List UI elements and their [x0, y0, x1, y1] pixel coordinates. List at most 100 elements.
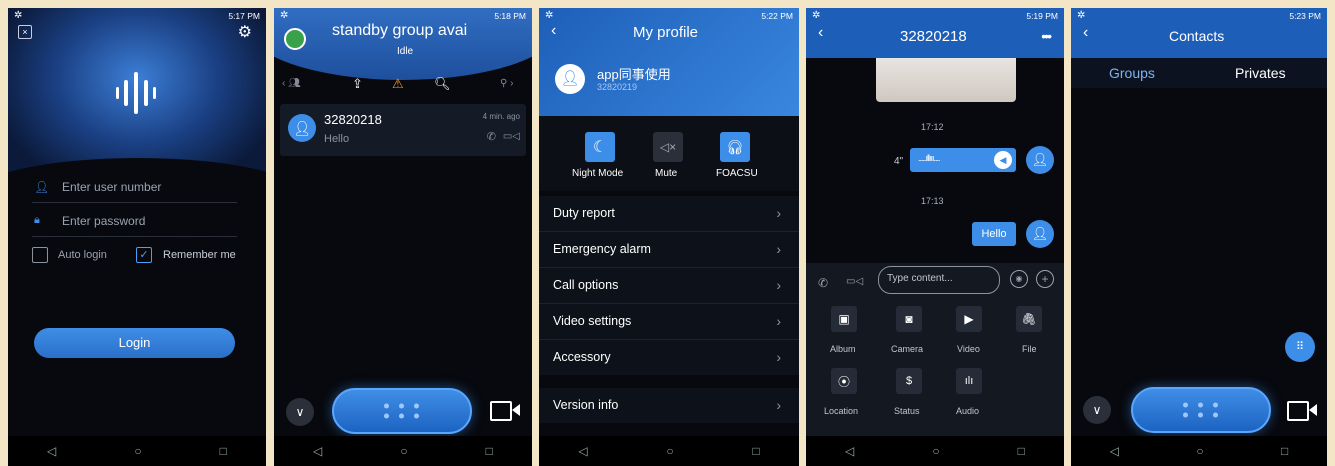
settings-status-icon: ✲ [14, 10, 23, 21]
chat-title: 32820218 [900, 28, 967, 45]
user-name: app同事使用 [597, 67, 671, 82]
menu-item-call-options[interactable]: Call options › [539, 268, 799, 303]
close-icon[interactable]: × [18, 25, 32, 39]
avatar[interactable]: 👤︎ [555, 64, 585, 94]
remember-me-checkbox[interactable]: ✓ [136, 247, 152, 263]
back-nav-icon[interactable]: ◁ [845, 444, 854, 458]
file-button[interactable]: 🖇︎ [1016, 306, 1042, 332]
group-status: Idle [397, 46, 414, 57]
message-input[interactable]: Type content... [878, 266, 1000, 294]
password-input[interactable]: Enter password [62, 214, 145, 228]
call-icon[interactable]: ✆ [818, 276, 828, 290]
call-icon[interactable]: ✆ [487, 130, 496, 143]
tab-privates[interactable]: Privates [1235, 65, 1286, 81]
upload-icon[interactable]: ⇪ [352, 76, 363, 92]
foacsu-button[interactable]: 🎧︎ [720, 132, 750, 162]
system-nav-bar: ◁ ○ □ [8, 436, 266, 466]
audio-button[interactable]: ılı [956, 368, 982, 394]
search-icon[interactable]: 🔍︎ [434, 76, 451, 92]
user-field[interactable]: 👤︎ Enter user number [32, 176, 237, 203]
video-call-icon[interactable] [1287, 401, 1309, 421]
recents-nav-icon[interactable]: □ [486, 444, 493, 458]
contacts-screen: ✲ 5:23 PM ‹ Contacts Groups Privates ⠿ ∨… [1071, 8, 1327, 466]
back-nav-icon[interactable]: ◁ [47, 444, 56, 458]
home-nav-icon[interactable]: ○ [932, 444, 939, 458]
status-time: 5:23 PM [1289, 11, 1321, 21]
settings-status-icon: ✲ [545, 10, 554, 21]
status-label: Status [894, 406, 920, 416]
home-nav-icon[interactable]: ○ [666, 444, 673, 458]
location-icon[interactable]: ⚲ › [500, 78, 513, 89]
back-nav-icon[interactable]: ◁ [313, 444, 322, 458]
menu-item-version-info[interactable]: Version info › [539, 388, 799, 423]
voice-input-icon[interactable]: ◉ [1010, 270, 1028, 288]
self-avatar[interactable]: 👤︎ [1026, 146, 1054, 174]
album-button[interactable]: ▣ [831, 306, 857, 332]
back-nav-icon[interactable]: ◁ [1110, 444, 1119, 458]
home-nav-icon[interactable]: ○ [134, 444, 141, 458]
status-bar: ✲ 5:17 PM [8, 8, 266, 25]
auto-login-checkbox[interactable] [32, 247, 48, 263]
menu-item-video-settings[interactable]: Video settings › [539, 304, 799, 339]
tab-groups[interactable]: Groups [1109, 65, 1155, 81]
status-button[interactable]: $ [896, 368, 922, 394]
status-bar: ✲ 5:22 PM [539, 8, 799, 25]
back-icon[interactable]: ‹ [818, 24, 823, 42]
user-number-input[interactable]: Enter user number [62, 180, 161, 194]
remember-me-label: Remember me [163, 249, 236, 261]
system-nav-bar: ◁ ○ □ [539, 436, 799, 466]
location-button[interactable]: ⦿ [831, 368, 857, 394]
dialpad-fab[interactable]: ⠿ [1285, 332, 1315, 362]
camera-button[interactable]: ◙ [896, 306, 922, 332]
status-bar: ✲ 5:18 PM [274, 8, 532, 25]
text-message-bubble[interactable]: Hello [972, 222, 1016, 246]
menu-label: Duty report [553, 206, 615, 220]
video-icon[interactable]: ▭◁ [503, 131, 520, 142]
contact-avatar: 👤︎ [288, 114, 316, 142]
more-options-icon[interactable]: ••• [1041, 28, 1052, 44]
auto-login-label: Auto login [58, 249, 107, 261]
group-avatar[interactable] [284, 28, 306, 50]
recents-nav-icon[interactable]: □ [1018, 444, 1025, 458]
ptt-button[interactable] [332, 388, 472, 434]
settings-status-icon: ✲ [812, 10, 821, 21]
video-icon[interactable]: ▭◁ [846, 276, 863, 287]
menu-label: Accessory [553, 350, 611, 364]
warning-icon[interactable]: ⚠ [392, 76, 404, 92]
menu-item-duty-report[interactable]: Duty report › [539, 196, 799, 231]
night-mode-button[interactable]: ☾ [585, 132, 615, 162]
back-nav-icon[interactable]: ◁ [578, 444, 587, 458]
recents-nav-icon[interactable]: □ [752, 444, 759, 458]
collapse-button[interactable]: ∨ [286, 398, 314, 426]
message-time: 17:13 [921, 196, 944, 206]
waveform-icon: .....ıllııı.... [918, 153, 940, 163]
menu-item-emergency-alarm[interactable]: Emergency alarm › [539, 232, 799, 267]
voice-duration: 4" [894, 156, 904, 167]
video-call-icon-lens [512, 404, 520, 416]
chevron-right-icon: › [776, 205, 781, 221]
toolbar: ‹ 👥︎ ⇪ ⚠ 🔍︎ ⚲ › [274, 76, 532, 98]
recents-nav-icon[interactable]: □ [1281, 444, 1288, 458]
system-nav-bar: ◁ ○ □ [806, 436, 1064, 466]
video-button[interactable]: ▶ [956, 306, 982, 332]
settings-gear-icon[interactable]: ⚙ [238, 22, 252, 42]
login-button[interactable]: Login [34, 328, 235, 358]
image-message[interactable] [876, 58, 1016, 102]
mute-button[interactable]: ◁× [653, 132, 683, 162]
add-icon[interactable]: + [1036, 270, 1054, 288]
recents-nav-icon[interactable]: □ [220, 444, 227, 458]
ptt-button[interactable] [1131, 387, 1271, 433]
members-icon[interactable]: ‹ 👥︎ [282, 78, 301, 89]
back-icon[interactable]: ‹ [1083, 24, 1088, 42]
menu-item-accessory[interactable]: Accessory › [539, 340, 799, 375]
self-avatar[interactable]: 👤︎ [1026, 220, 1054, 248]
collapse-button[interactable]: ∨ [1083, 396, 1111, 424]
video-call-icon[interactable] [490, 401, 512, 421]
home-nav-icon[interactable]: ○ [1196, 444, 1203, 458]
home-nav-icon[interactable]: ○ [400, 444, 407, 458]
voice-message-bubble[interactable]: .....ıllııı.... ◀ [910, 148, 1016, 172]
play-icon[interactable]: ◀ [994, 151, 1012, 169]
list-item[interactable]: 👤︎ 32820218 Hello 4 min. ago ✆ ▭◁ [280, 104, 526, 156]
password-field[interactable]: 🔒︎ Enter password [32, 210, 237, 237]
location-label: Location [824, 406, 859, 416]
